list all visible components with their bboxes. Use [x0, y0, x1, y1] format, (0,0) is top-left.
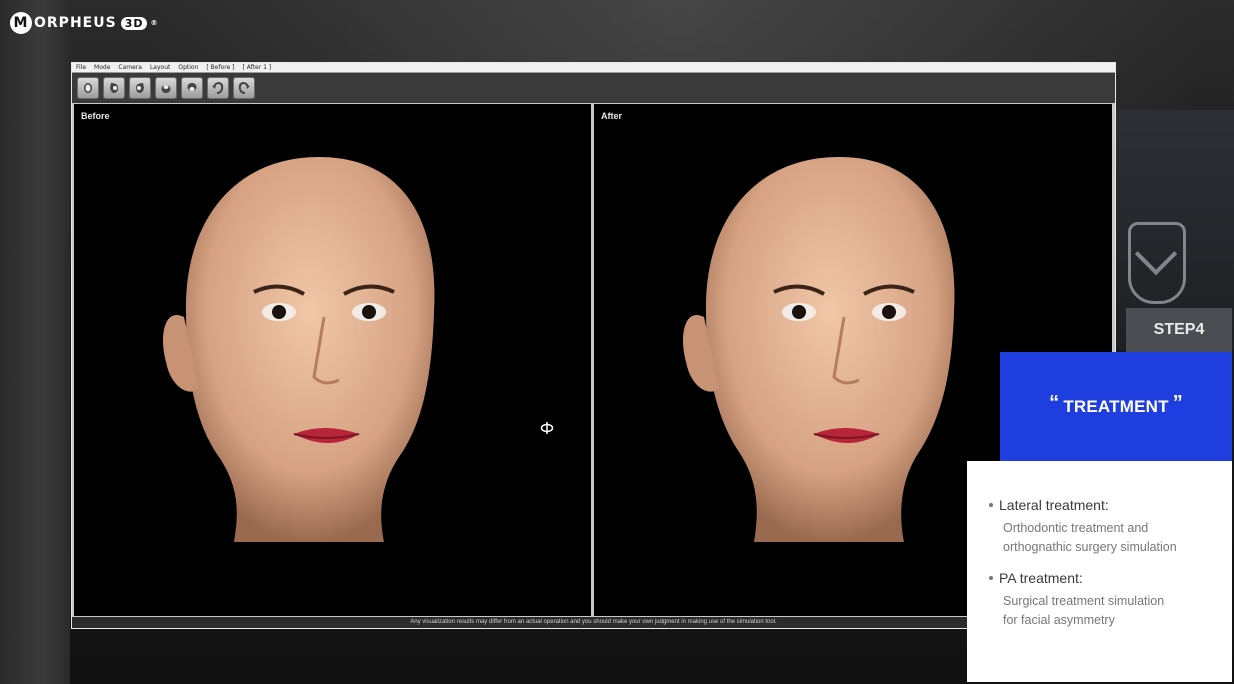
after-face-model[interactable] [674, 152, 1004, 552]
head-bottom-icon [187, 83, 197, 91]
head-rotate-left-icon [212, 81, 224, 94]
info-box: Lateral treatment: Orthodontic treatment… [967, 461, 1232, 682]
app-window: File Mode Camera Layout Option [ Before … [71, 62, 1116, 629]
item-heading: PA treatment: [999, 570, 1083, 586]
after-viewport-label: After [601, 111, 623, 121]
head-front-icon [84, 83, 92, 93]
item-description-line: for facial asymmetry [1003, 613, 1115, 627]
head-right-icon [136, 83, 144, 93]
open-quote: “ [1049, 392, 1060, 414]
bullet-icon [989, 576, 993, 580]
head-left-button[interactable] [103, 77, 125, 99]
head-top-icon [161, 85, 171, 93]
toolbar [72, 73, 1115, 103]
brand-logo: M ORPHEUS 3D ® [10, 12, 158, 34]
menu-mode[interactable]: Mode [94, 63, 110, 72]
menu-camera[interactable]: Camera [118, 63, 142, 72]
item-description: Orthodontic treatment and orthognathic s… [1003, 519, 1216, 557]
rotate-cursor-icon [540, 422, 554, 434]
menu-option[interactable]: Option [178, 63, 198, 72]
menu-after-1[interactable]: [ After 1 ] [243, 63, 272, 72]
brand-logo-name: ORPHEUS [34, 15, 117, 31]
brand-logo-m: M [10, 12, 32, 34]
head-right-button[interactable] [129, 77, 151, 99]
menu-before[interactable]: [ Before ] [206, 63, 234, 72]
head-front-button[interactable] [77, 77, 99, 99]
before-viewport[interactable]: Before [74, 104, 591, 616]
before-viewport-label: Before [81, 111, 110, 121]
head-left-icon [110, 83, 118, 93]
close-quote: ” [1172, 392, 1183, 414]
step-tab: STEP4 [1126, 308, 1232, 352]
card-title-text: TREATMENT [1063, 396, 1169, 416]
item-description-line: orthognathic surgery simulation [1003, 540, 1177, 554]
menu-layout[interactable]: Layout [150, 63, 170, 72]
item-description-line: Orthodontic treatment and [1003, 521, 1149, 535]
item-heading: Lateral treatment: [999, 497, 1109, 513]
background-logo-icon [1128, 222, 1186, 304]
card-title: “ TREATMENT ” [1000, 352, 1232, 461]
background-left-panel [0, 0, 70, 684]
head-top-button[interactable] [155, 77, 177, 99]
item-description: Surgical treatment simulation for facial… [1003, 592, 1216, 630]
head-rotate-right-button[interactable] [233, 77, 255, 99]
head-rotate-right-icon [238, 81, 250, 94]
status-bar: Any visualization results may differ fro… [72, 617, 1115, 628]
menu-bar: File Mode Camera Layout Option [ Before … [72, 63, 1115, 73]
brand-logo-3d: 3D [120, 16, 148, 30]
head-rotate-left-button[interactable] [207, 77, 229, 99]
before-face-model[interactable] [154, 152, 484, 552]
list-item: Lateral treatment: Orthodontic treatment… [989, 497, 1216, 557]
menu-file[interactable]: File [76, 63, 86, 72]
list-item: PA treatment: Surgical treatment simulat… [989, 570, 1216, 630]
brand-logo-reg: ® [150, 19, 159, 27]
head-bottom-button[interactable] [181, 77, 203, 99]
bullet-icon [989, 503, 993, 507]
item-description-line: Surgical treatment simulation [1003, 594, 1165, 608]
